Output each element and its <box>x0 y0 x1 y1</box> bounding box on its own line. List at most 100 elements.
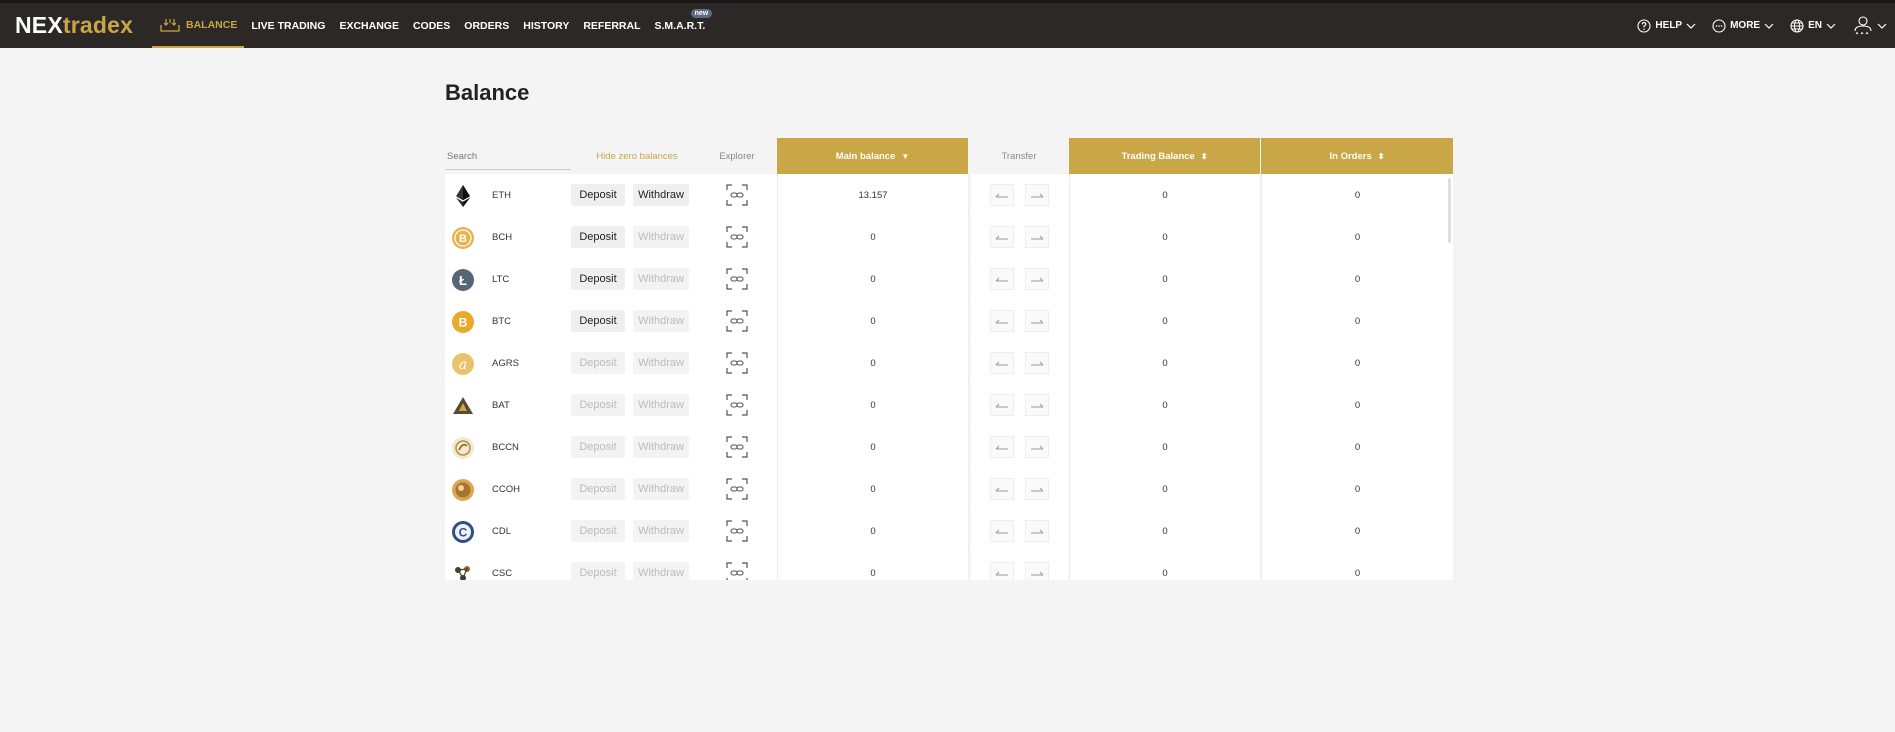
explorer-link-icon[interactable] <box>725 435 749 459</box>
transfer-to-trading-button[interactable] <box>1025 352 1049 374</box>
transfer-to-main-button[interactable] <box>990 520 1014 542</box>
in-orders-cell: 0 <box>1261 468 1453 510</box>
transfer-to-trading-button[interactable] <box>1025 268 1049 290</box>
deposit-button[interactable]: Deposit <box>571 394 625 416</box>
nav-label: ORDERS <box>464 19 510 32</box>
coin-symbol: BCH <box>492 231 513 243</box>
transfer-to-trading-button[interactable] <box>1025 310 1049 332</box>
nav-exchange[interactable]: EXCHANGE <box>332 3 406 48</box>
coin-cell: B BCH Deposit Withdraw <box>445 216 777 258</box>
language-menu[interactable]: EN <box>1790 18 1836 33</box>
transfer-to-main-button[interactable] <box>990 268 1014 290</box>
help-menu[interactable]: HELP <box>1637 18 1696 33</box>
more-menu[interactable]: MORE <box>1712 18 1774 33</box>
deposit-button[interactable]: Deposit <box>571 184 625 206</box>
transfer-to-main-button[interactable] <box>990 184 1014 206</box>
table-scrollbar[interactable] <box>1448 178 1451 243</box>
coin-cell: CCOH Deposit Withdraw <box>445 468 777 510</box>
search-input[interactable] <box>445 144 571 170</box>
trading-balance-value: 0 <box>1162 315 1168 327</box>
trading-balance-header[interactable]: Trading Balance ⬍ <box>1069 138 1260 174</box>
withdraw-button[interactable]: Withdraw <box>633 394 689 416</box>
transfer-to-main-button[interactable] <box>990 310 1014 332</box>
deposit-button[interactable]: Deposit <box>571 520 625 542</box>
in-orders-value: 0 <box>1354 567 1361 579</box>
deposit-button[interactable]: Deposit <box>571 268 625 290</box>
transfer-to-trading-button[interactable] <box>1025 520 1049 542</box>
user-menu[interactable] <box>1852 15 1887 37</box>
nav-orders[interactable]: ORDERS <box>457 3 516 48</box>
in-orders-cell: 0 <box>1261 510 1453 552</box>
main-balance-header[interactable]: Main balance ▼ <box>777 138 968 174</box>
withdraw-button[interactable]: Withdraw <box>633 562 689 580</box>
deposit-button[interactable]: Deposit <box>571 562 625 580</box>
nav-balance[interactable]: BALANCE <box>152 3 245 48</box>
transfer-to-main-button[interactable] <box>990 436 1014 458</box>
withdraw-button[interactable]: Withdraw <box>633 520 689 542</box>
explorer-link-icon[interactable] <box>725 183 749 207</box>
sort-desc-icon: ▼ <box>901 151 910 161</box>
coin-symbol: ETH <box>492 189 511 201</box>
explorer-link-icon[interactable] <box>725 351 749 375</box>
transfer-cell <box>969 426 1069 468</box>
nav-label: CODES <box>412 19 451 32</box>
explorer-link-icon[interactable] <box>725 267 749 291</box>
nav-history[interactable]: HISTORY <box>516 3 576 48</box>
table-header: Hide zero balances Explorer Main balance… <box>445 138 1453 174</box>
page-title: Balance <box>445 80 530 105</box>
deposit-button[interactable]: Deposit <box>571 436 625 458</box>
withdraw-button[interactable]: Withdraw <box>633 184 689 206</box>
transfer-to-trading-button[interactable] <box>1025 394 1049 416</box>
nav-referral[interactable]: REFERRAL <box>576 3 647 48</box>
trading-balance-cell: 0 <box>1069 300 1260 342</box>
deposit-button[interactable]: Deposit <box>571 310 625 332</box>
in-orders-cell: 0 <box>1261 552 1453 580</box>
withdraw-button[interactable]: Withdraw <box>633 478 689 500</box>
transfer-to-trading-button[interactable] <box>1025 478 1049 500</box>
transfer-to-main-button[interactable] <box>990 562 1014 580</box>
table-row: C CDL Deposit Withdraw 0 0 0 <box>445 510 1453 552</box>
more-icon <box>1712 18 1726 33</box>
transfer-to-trading-button[interactable] <box>1025 436 1049 458</box>
transfer-to-trading-button[interactable] <box>1025 184 1049 206</box>
trading-balance-cell: 0 <box>1069 552 1260 580</box>
transfer-to-trading-button[interactable] <box>1025 226 1049 248</box>
deposit-button[interactable]: Deposit <box>571 352 625 374</box>
help-icon <box>1637 18 1651 33</box>
explorer-link-icon[interactable] <box>725 561 749 580</box>
deposit-button[interactable]: Deposit <box>571 478 625 500</box>
nav-smart[interactable]: S.M.A.R.T. new <box>648 3 713 48</box>
transfer-to-main-button[interactable] <box>990 226 1014 248</box>
coin-cell: BCCN Deposit Withdraw <box>445 426 777 468</box>
coin-cell: CSC Deposit Withdraw <box>445 552 777 580</box>
trading-balance-cell: 0 <box>1069 258 1260 300</box>
main-balance-cell: 0 <box>777 384 968 426</box>
withdraw-button[interactable]: Withdraw <box>633 352 689 374</box>
transfer-to-trading-button[interactable] <box>1025 562 1049 580</box>
transfer-to-main-button[interactable] <box>990 352 1014 374</box>
cdl-icon: C <box>451 520 475 544</box>
withdraw-button[interactable]: Withdraw <box>633 268 689 290</box>
deposit-button[interactable]: Deposit <box>571 226 625 248</box>
explorer-link-icon[interactable] <box>725 519 749 543</box>
explorer-link-icon[interactable] <box>725 225 749 249</box>
withdraw-button[interactable]: Withdraw <box>633 310 689 332</box>
in-orders-header[interactable]: In Orders ⬍ <box>1261 138 1453 174</box>
in-orders-value: 0 <box>1354 399 1361 411</box>
hide-zero-balances-toggle[interactable]: Hide zero balances <box>571 138 703 174</box>
in-orders-cell: 0 <box>1261 384 1453 426</box>
explorer-link-icon[interactable] <box>725 393 749 417</box>
withdraw-button[interactable]: Withdraw <box>633 226 689 248</box>
transfer-cell <box>969 258 1069 300</box>
transfer-to-main-button[interactable] <box>990 394 1014 416</box>
explorer-link-icon[interactable] <box>725 477 749 501</box>
transfer-to-main-button[interactable] <box>990 478 1014 500</box>
nav-codes[interactable]: CODES <box>406 3 457 48</box>
transfer-cell <box>969 510 1069 552</box>
logo[interactable]: NEXtradex <box>15 12 133 39</box>
trading-balance-cell: 0 <box>1069 510 1260 552</box>
withdraw-button[interactable]: Withdraw <box>633 436 689 458</box>
svg-text:a: a <box>459 357 467 373</box>
explorer-link-icon[interactable] <box>725 309 749 333</box>
nav-live-trading[interactable]: LIVE TRADING <box>244 3 332 48</box>
